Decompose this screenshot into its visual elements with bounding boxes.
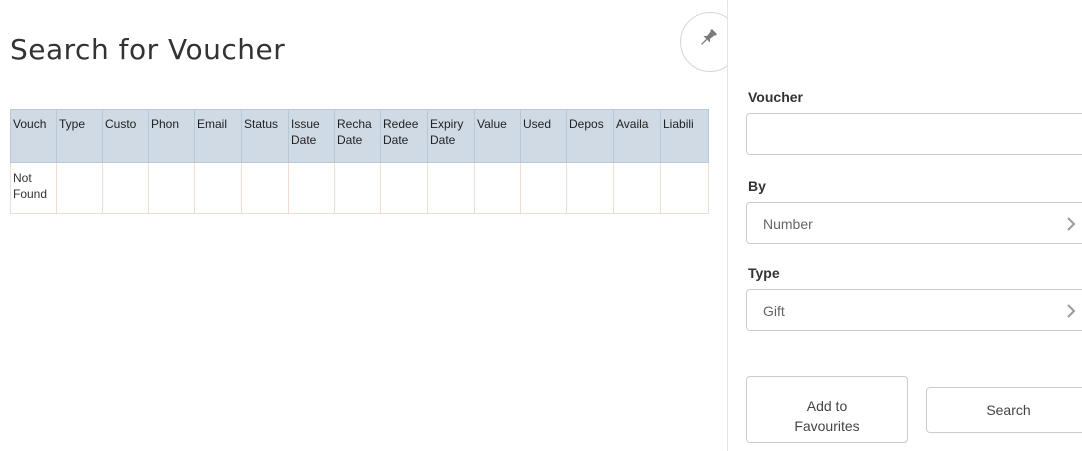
pin-icon (701, 29, 717, 45)
column-header[interactable]: Issue Date (288, 109, 335, 163)
column-header-label: Availa (616, 117, 649, 131)
table-cell: Not Found (10, 162, 57, 214)
column-header[interactable]: Liabili (660, 109, 709, 163)
column-header[interactable]: Type (56, 109, 103, 163)
column-header-label-line2: Date (337, 133, 363, 147)
column-header[interactable]: Phon (148, 109, 195, 163)
column-header[interactable]: Used (520, 109, 567, 163)
column-header[interactable]: Depos (566, 109, 614, 163)
table-cell (474, 162, 521, 214)
voucher-search-panel: Voucher By Number Type Gift Add to Favou… (727, 0, 1082, 451)
column-header-label: Vouch (13, 117, 47, 131)
table-cell (427, 162, 475, 214)
column-header-label: Value (477, 117, 507, 131)
column-header-label: Email (197, 117, 228, 131)
table-cell (102, 162, 149, 214)
column-header-label: Expiry (430, 117, 464, 131)
column-header-label-line2: Date (430, 133, 456, 147)
table-cell (334, 162, 381, 214)
table-cell (288, 162, 335, 214)
voucher-field-label: Voucher (748, 89, 803, 105)
column-header[interactable]: Redee Date (380, 109, 428, 163)
by-select[interactable]: Number (746, 202, 1082, 244)
column-header-label: Issue (291, 117, 320, 131)
column-header-label: Custo (105, 117, 137, 131)
chevron-right-icon (1067, 217, 1076, 231)
table-cell (56, 162, 103, 214)
column-header[interactable]: Vouch (10, 109, 57, 163)
table-cell (660, 162, 709, 214)
add-to-favourites-button[interactable]: Add to Favourites (746, 376, 908, 443)
by-field-label: By (748, 178, 766, 194)
table-cell (194, 162, 242, 214)
type-select[interactable]: Gift (746, 289, 1082, 331)
column-header-label: Depos (569, 117, 604, 131)
column-header[interactable]: Expiry Date (427, 109, 475, 163)
column-header-label: Phon (151, 117, 180, 131)
table-cell (520, 162, 567, 214)
table-body: Not Found (10, 162, 709, 214)
column-header[interactable]: Status (241, 109, 289, 163)
table-row: Not Found (10, 162, 709, 214)
voucher-results-table: Vouch Type Custo Phon Email Status Issue Date Re… (10, 109, 709, 214)
table-cell (566, 162, 614, 214)
column-header[interactable]: Custo (102, 109, 149, 163)
table-cell (613, 162, 661, 214)
by-select-value: Number (763, 216, 813, 232)
voucher-input[interactable] (746, 113, 1082, 155)
column-header-label: Redee (383, 117, 419, 131)
table-header-row: Vouch Type Custo Phon Email Status Issue Date Re… (10, 109, 709, 163)
add-to-favourites-label: Add to Favourites (794, 398, 860, 434)
column-header-label-line2: Date (291, 133, 317, 147)
table-cell (148, 162, 195, 214)
search-button[interactable]: Search (926, 387, 1082, 433)
table-cell (380, 162, 428, 214)
column-header-label: Liabili (663, 117, 694, 131)
column-header[interactable]: Availa (613, 109, 661, 163)
column-header[interactable]: Email (194, 109, 242, 163)
page-title: Search for Voucher (10, 33, 286, 66)
column-header-label: Recha (337, 117, 372, 131)
table-cell (241, 162, 289, 214)
column-header-label-line2: Date (383, 133, 409, 147)
chevron-right-icon (1067, 304, 1076, 318)
type-select-value: Gift (763, 303, 785, 319)
column-header-label: Type (59, 117, 86, 131)
column-header-label: Status (244, 117, 279, 131)
column-header-label: Used (523, 117, 552, 131)
column-header[interactable]: Recha Date (334, 109, 381, 163)
column-header[interactable]: Value (474, 109, 521, 163)
type-field-label: Type (748, 265, 780, 281)
